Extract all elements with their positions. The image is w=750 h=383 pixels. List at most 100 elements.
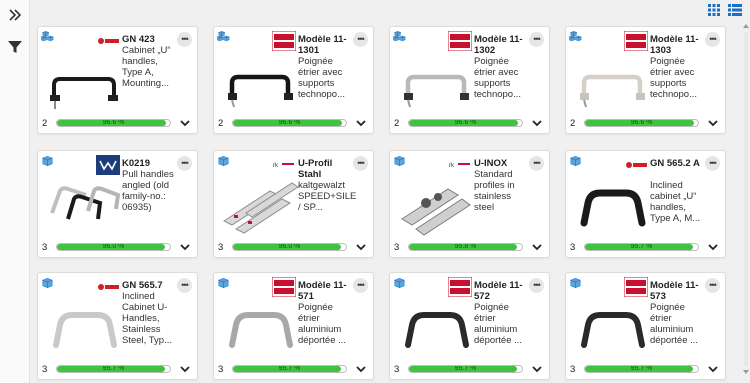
product-image (580, 189, 646, 227)
more-options-button[interactable]: ••• (353, 278, 368, 293)
more-options-button[interactable]: ••• (705, 156, 720, 171)
product-card[interactable]: Modèle 11-1302 Poignée étrier avec suppo… (389, 26, 550, 134)
product-title: U-Profil Stahl (298, 158, 333, 180)
more-options-button[interactable]: ••• (353, 156, 368, 171)
product-description: Pull handles angled (old family-no.: 069… (122, 169, 174, 213)
product-card[interactable]: K0219 Pull handles angled (old family-no… (37, 150, 198, 258)
card-footer: 2 96.6 % (42, 116, 193, 130)
cube-icon (393, 156, 406, 167)
card-footer: 3 95.7 % (570, 362, 721, 376)
chevron-down-icon[interactable] (179, 241, 191, 253)
product-card[interactable]: Modèle 11-573 Poignée étrier aluminium d… (565, 272, 726, 380)
variant-count: 2 (394, 117, 400, 129)
product-title: U-INOX (474, 158, 508, 169)
cube-icon (217, 156, 230, 167)
chevron-down-icon[interactable] (179, 363, 191, 375)
chevron-down-icon[interactable] (531, 117, 543, 129)
product-title: Modèle 11-572 (474, 280, 523, 302)
product-card[interactable]: GN 565.2 A Inclined cabinet „U“ handles,… (565, 150, 726, 258)
match-bar: 95.7 % (584, 365, 699, 373)
match-label: 95.7 % (454, 365, 477, 372)
more-options-button[interactable]: ••• (177, 156, 192, 171)
variant-count: 2 (42, 117, 48, 129)
product-image (229, 312, 293, 348)
match-label: 95.7 % (630, 365, 653, 372)
product-title: Modèle 11-571 (298, 280, 347, 302)
product-image (405, 312, 469, 348)
match-bar: 96.0 % (56, 243, 171, 251)
product-card[interactable]: Modèle 11-572 Poignée étrier aluminium d… (389, 272, 550, 380)
match-label: 96.0 % (102, 243, 125, 250)
match-label: 95.7 % (278, 365, 301, 372)
variant-count: 3 (394, 241, 400, 253)
product-title: Modèle 11-1303 (650, 34, 699, 56)
product-description: Cabinet „U“ handles, Type A, Mounting... (122, 45, 171, 89)
card-footer: 3 95.7 % (394, 362, 545, 376)
product-image (581, 312, 645, 348)
more-options-button[interactable]: ••• (705, 32, 720, 47)
product-card[interactable]: Modèle 11-1301 Poignée étrier avec suppo… (213, 26, 374, 134)
variant-count: 3 (218, 241, 224, 253)
product-image (53, 312, 117, 348)
list-view-icon[interactable] (727, 3, 743, 17)
product-card[interactable]: rk U-INOX Standard profiles in stainless… (389, 150, 550, 258)
match-bar: 95.8 % (408, 243, 523, 251)
match-label: 96.6 % (454, 119, 477, 126)
variant-count: 3 (218, 363, 224, 375)
product-title: Modèle 11-1302 (474, 34, 523, 56)
match-bar: 96.6 % (584, 119, 699, 127)
match-label: 95.8 % (454, 243, 477, 250)
product-card[interactable]: Modèle 11-571 Poignée étrier aluminium d… (213, 272, 374, 380)
card-footer: 3 95.7 % (42, 362, 193, 376)
product-image (50, 77, 118, 109)
product-description: Poignée étrier avec supports technopo... (474, 56, 522, 100)
more-options-button[interactable]: ••• (529, 32, 544, 47)
chevron-down-icon[interactable] (707, 363, 719, 375)
product-title: K0219 (122, 158, 150, 169)
grid-view-icon[interactable] (706, 3, 722, 17)
multi-cube-icon (41, 31, 54, 42)
chevron-down-icon[interactable] (531, 363, 543, 375)
product-title: GN 565.7 (122, 280, 163, 291)
chevron-down-icon[interactable] (355, 117, 367, 129)
filter-icon[interactable] (6, 38, 24, 56)
double-chevron-right-icon[interactable] (6, 6, 24, 24)
more-options-button[interactable]: ••• (353, 32, 368, 47)
match-bar: 95.7 % (56, 365, 171, 373)
product-description: Standard profiles in stainless steel (474, 169, 515, 213)
product-description: Inclined Cabinet U-Handles, Stainless St… (122, 291, 172, 346)
chevron-down-icon[interactable] (355, 241, 367, 253)
match-bar: 96.0 % (232, 243, 347, 251)
product-description: Poignée étrier aluminium déportée ... (474, 302, 523, 346)
chevron-down-icon[interactable] (707, 117, 719, 129)
chevron-down-icon[interactable] (531, 241, 543, 253)
card-footer: 2 96.6 % (570, 116, 721, 130)
more-options-button[interactable]: ••• (529, 278, 544, 293)
multi-cube-icon (217, 31, 230, 42)
left-rail (0, 0, 30, 383)
more-options-button[interactable]: ••• (177, 278, 192, 293)
product-card[interactable]: GN 423 Cabinet „U“ handles, Type A, Moun… (37, 26, 198, 134)
product-image (228, 74, 293, 108)
multi-cube-icon (569, 31, 582, 42)
chevron-down-icon[interactable] (355, 363, 367, 375)
product-card[interactable]: rk U-Profil Stahl kaltgewalzt SPEED+SILE… (213, 150, 374, 258)
match-bar: 95.7 % (232, 365, 347, 373)
product-card[interactable]: GN 565.7 Inclined Cabinet U-Handles, Sta… (37, 272, 198, 380)
cube-icon (41, 278, 54, 289)
match-label: 96.6 % (278, 119, 301, 126)
vertical-scrollbar[interactable] (742, 22, 750, 377)
more-options-button[interactable]: ••• (705, 278, 720, 293)
card-footer: 3 95.8 % (394, 240, 545, 254)
product-title: Modèle 11-573 (650, 280, 699, 302)
chevron-down-icon[interactable] (707, 241, 719, 253)
variant-count: 3 (570, 241, 576, 253)
match-label: 95.7 % (102, 365, 125, 372)
product-description: kaltgewalzt SPEED+SILENT / SP... (298, 180, 356, 213)
more-options-button[interactable]: ••• (177, 32, 192, 47)
product-card[interactable]: Modèle 11-1303 Poignée étrier avec suppo… (565, 26, 726, 134)
more-options-button[interactable]: ••• (529, 156, 544, 171)
match-label: 96.0 % (278, 243, 301, 250)
product-description: Inclined cabinet „U“ handles, Type A, M.… (650, 180, 701, 224)
chevron-down-icon[interactable] (179, 117, 191, 129)
